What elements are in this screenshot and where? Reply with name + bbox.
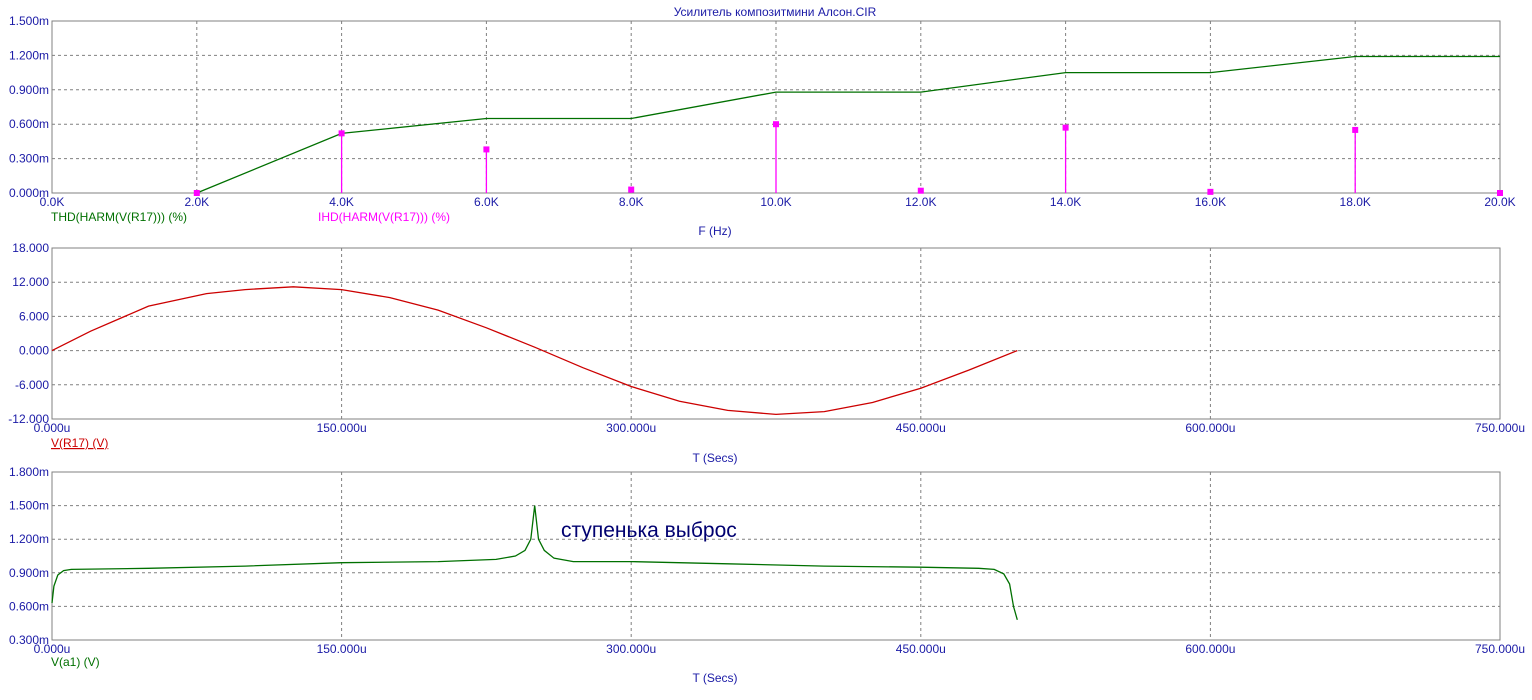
x-tick-label: 300.000u bbox=[606, 642, 656, 656]
harmonic-distortion-chart: Усилитель композитмини Алсон.CIR THD(HAR… bbox=[9, 5, 1516, 238]
x-tick-label: 4.0K bbox=[329, 195, 354, 209]
stem-marker bbox=[1352, 126, 1359, 133]
y-tick-label: 1.500m bbox=[9, 14, 49, 28]
y-tick-label: 0.900m bbox=[9, 83, 49, 97]
stem-marker bbox=[1207, 188, 1214, 195]
voltage-r17-chart: V(R17) (V) T (Secs) 0.000u 150.000u 300.00… bbox=[8, 241, 1525, 465]
legend-ihd: IHD(HARM(V(R17))) (%) bbox=[318, 210, 450, 224]
plot-frame bbox=[51, 471, 1501, 641]
x-tick-label: 20.0K bbox=[1484, 195, 1515, 209]
x-tick-label: 450.000u bbox=[896, 421, 946, 435]
legend-thd: THD(HARM(V(R17))) (%) bbox=[51, 210, 187, 224]
y-tick-label: 12.000 bbox=[12, 275, 49, 289]
chart-title: Усилитель композитмини Алсон.CIR bbox=[674, 5, 877, 19]
y-tick-label: 1.800m bbox=[9, 465, 49, 479]
x-tick-label: 450.000u bbox=[896, 642, 946, 656]
x-tick-label: 18.0K bbox=[1340, 195, 1371, 209]
x-tick-label: 10.0K bbox=[760, 195, 791, 209]
x-tick-label: 150.000u bbox=[317, 642, 367, 656]
series-line-0 bbox=[51, 505, 1018, 620]
x-tick-label: 16.0K bbox=[1195, 195, 1226, 209]
spike-annotation: ступенька выброс bbox=[561, 519, 737, 542]
simulation-plot: Усилитель композитмини Алсон.CIR THD(HAR… bbox=[8, 5, 1525, 685]
x-axis-label: T (Secs) bbox=[692, 671, 737, 685]
y-tick-label: 0.300m bbox=[9, 152, 49, 166]
stem-marker bbox=[1062, 124, 1069, 131]
y-tick-label: 18.000 bbox=[12, 241, 49, 255]
y-tick-label: 0.900m bbox=[9, 566, 49, 580]
x-tick-label: 150.000u bbox=[317, 421, 367, 435]
y-tick-label: 1.200m bbox=[9, 532, 49, 546]
y-tick-label: 0.000 bbox=[19, 344, 49, 358]
x-tick-label: 2.0K bbox=[184, 195, 209, 209]
stem-marker bbox=[917, 187, 924, 194]
x-tick-label: 750.000u bbox=[1475, 421, 1525, 435]
x-tick-label: 14.0K bbox=[1050, 195, 1081, 209]
x-tick-label: 750.000u bbox=[1475, 642, 1525, 656]
y-tick-label: -6.000 bbox=[15, 378, 49, 392]
stem-marker bbox=[338, 130, 345, 137]
stem-marker bbox=[628, 186, 635, 193]
y-tick-label: 0.000m bbox=[9, 186, 49, 200]
x-tick-label: 12.0K bbox=[905, 195, 936, 209]
y-tick-label: 0.300m bbox=[9, 633, 49, 647]
y-tick-label: 1.200m bbox=[9, 48, 49, 62]
x-tick-label: 300.000u bbox=[606, 421, 656, 435]
stem-marker bbox=[483, 146, 490, 153]
legend-v-r17: V(R17) (V) bbox=[51, 436, 108, 450]
x-axis-label: F (Hz) bbox=[698, 224, 731, 238]
x-tick-label: 6.0K bbox=[474, 195, 499, 209]
plot-frame bbox=[51, 247, 1501, 420]
stem-marker bbox=[773, 121, 779, 128]
legend-v-a1: V(a1) (V) bbox=[51, 655, 100, 669]
y-tick-label: -12.000 bbox=[8, 412, 49, 426]
y-tick-label: 6.000 bbox=[19, 309, 49, 323]
y-tick-label: 0.600m bbox=[9, 117, 49, 131]
x-tick-label: 600.000u bbox=[1185, 421, 1235, 435]
voltage-a1-chart: V(a1) (V) T (Secs) ступенька выброс 0.00… bbox=[9, 465, 1525, 685]
x-tick-label: 600.000u bbox=[1185, 642, 1235, 656]
x-axis-label: T (Secs) bbox=[692, 451, 737, 465]
y-tick-label: 1.500m bbox=[9, 499, 49, 513]
stem-marker bbox=[1497, 190, 1503, 196]
x-tick-label: 8.0K bbox=[619, 195, 644, 209]
stem-marker bbox=[193, 190, 200, 196]
y-tick-label: 0.600m bbox=[9, 599, 49, 613]
series-line-0 bbox=[196, 55, 1500, 194]
grid bbox=[52, 472, 1500, 640]
grid bbox=[52, 248, 1500, 419]
